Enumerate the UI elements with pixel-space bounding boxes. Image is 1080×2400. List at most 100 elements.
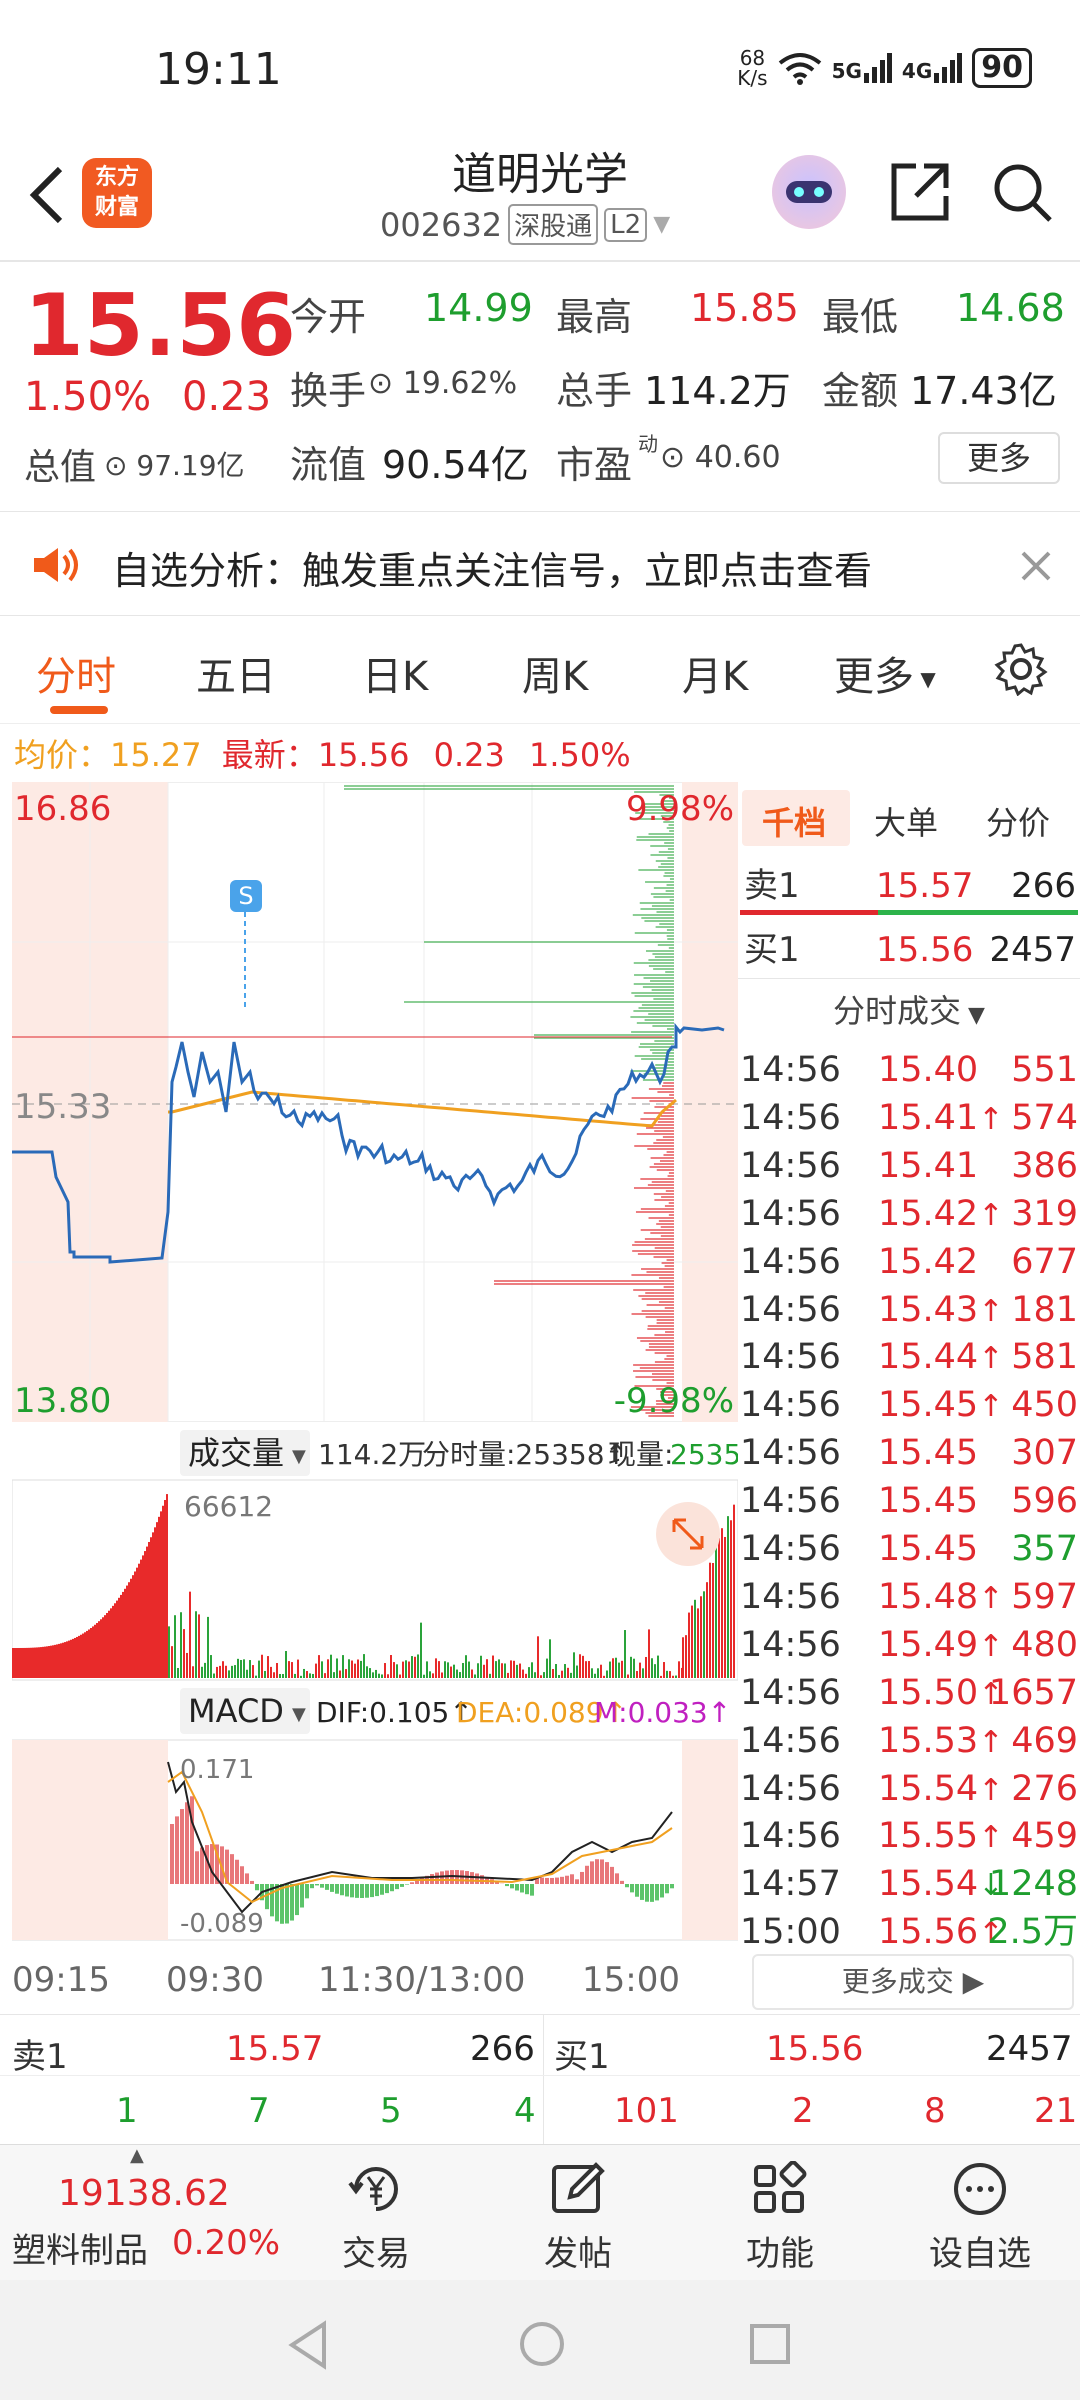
nav-back-icon[interactable] (286, 2320, 330, 2370)
intraday-chart[interactable]: S 16.86 15.33 13.80 9.98% -9.98% 成交量 ▼ 1… (12, 782, 738, 1962)
trade-time: 14:56 (740, 1241, 841, 1282)
volume-bar (228, 1670, 230, 1678)
volume-bar (62, 1642, 64, 1678)
volume-bar (26, 1647, 28, 1678)
volume-bar (567, 1667, 569, 1678)
volume-bar (666, 1670, 668, 1678)
volume-bar (573, 1652, 575, 1678)
close-icon[interactable] (1020, 550, 1052, 582)
tab-more[interactable]: 更多 ▼ (834, 644, 936, 702)
volume-bar (438, 1661, 440, 1678)
volume-bar (471, 1669, 473, 1678)
share-icon[interactable] (888, 160, 952, 224)
volume-bar (291, 1662, 293, 1678)
book-sell-count-1: 1 (116, 2091, 138, 2131)
volume-bar (156, 1522, 158, 1678)
nav-recents-icon[interactable] (748, 2322, 792, 2366)
search-icon[interactable] (990, 160, 1054, 224)
function-button[interactable]: 功能 (700, 2145, 860, 2275)
tab-big-order[interactable]: 大单 (874, 798, 938, 844)
book-buy-price: 15.56 (766, 2029, 864, 2069)
more-button[interactable]: 更多 (938, 432, 1060, 484)
volume-bar (678, 1661, 680, 1678)
volume-bar (146, 1546, 148, 1678)
pe-label: 市盈 (556, 443, 633, 487)
y-max-label: 16.86 (14, 789, 111, 829)
trade-volume: 181 (1011, 1289, 1078, 1330)
volume-bar (606, 1670, 608, 1678)
book-sell-count-2: 7 (248, 2091, 270, 2131)
tab-monthly-k[interactable]: 月K (682, 644, 748, 702)
volume-bar (354, 1663, 356, 1678)
volume-bar (246, 1669, 248, 1678)
volume-bar (104, 1615, 106, 1678)
tab-daily-k[interactable]: 日K (362, 644, 428, 702)
trade-button[interactable]: 交易 (296, 2145, 456, 2275)
volume-bar (78, 1635, 80, 1678)
macd-bar (345, 1884, 349, 1897)
macd-bottom-label: -0.089 (180, 1909, 264, 1939)
alert-banner[interactable]: 自选分析：触发重点关注信号，立即点击查看 (0, 512, 1080, 616)
tab-weekly-k[interactable]: 周K (522, 644, 588, 702)
volume-bar (369, 1668, 371, 1678)
signal-marker-text: S (238, 882, 253, 910)
sell1-label: 卖1 (744, 866, 800, 906)
change-percent: 1.50% (24, 374, 152, 420)
more-dots-icon (954, 2163, 1006, 2215)
tab-level-book[interactable]: 千档 (762, 798, 826, 844)
volume-bar (231, 1665, 233, 1678)
volume-bar (429, 1671, 431, 1678)
macd-bar (570, 1874, 574, 1884)
settings-gear-icon[interactable] (994, 642, 1048, 696)
volume-bar (531, 1662, 533, 1678)
float-cap-label: 流值 (290, 443, 367, 487)
volume-bar (360, 1660, 362, 1678)
macd-bar (290, 1884, 294, 1921)
volume-bar (417, 1654, 419, 1678)
tab-intraday[interactable]: 分时 (36, 644, 116, 702)
volume-bar (128, 1582, 130, 1678)
volume-bar (267, 1656, 269, 1678)
volume-bar (669, 1671, 671, 1678)
trade-price: 15.42 (878, 1241, 979, 1282)
macd-bar (605, 1862, 609, 1884)
post-button[interactable]: 发帖 (498, 2145, 658, 2275)
net-speed: 68 K/s (737, 46, 768, 90)
volume-bar (441, 1672, 443, 1678)
tab-price-dist[interactable]: 分价 (986, 798, 1050, 844)
volume-bar (54, 1644, 56, 1678)
more-trades-button[interactable]: 更多成交 ▶ (752, 1954, 1074, 2010)
volume-bar (279, 1673, 281, 1678)
buy1-row: 买1 15.56 2457 (738, 926, 1080, 974)
tab-five-day[interactable]: 五日 (196, 644, 276, 702)
tab-underline (50, 706, 108, 714)
volume-bar (150, 1537, 152, 1678)
volume-bar (201, 1666, 203, 1678)
assistant-avatar-icon[interactable] (772, 155, 846, 229)
volume-bar (375, 1669, 377, 1678)
volume-bar (570, 1672, 572, 1678)
volume-bar (558, 1674, 560, 1678)
add-watchlist-button[interactable]: 设自选 (900, 2145, 1060, 2275)
trades-title[interactable]: 分时成交 ▼ (738, 986, 1080, 1032)
volume-bar (58, 1643, 60, 1678)
trade-volume: 276 (1011, 1768, 1078, 1809)
volume-bar (510, 1660, 512, 1678)
trade-volume: 386 (1011, 1145, 1078, 1186)
volume-bar (285, 1651, 287, 1678)
nav-home-icon[interactable] (518, 2320, 566, 2368)
battery-indicator: 90 (972, 48, 1032, 88)
post-label: 发帖 (544, 2234, 612, 2274)
volume-bar (288, 1661, 290, 1678)
industry-index[interactable]: ▲ 19138.62 塑料制品 0.20% (0, 2145, 290, 2281)
volume-bar (528, 1667, 530, 1678)
volume-bar (660, 1675, 662, 1678)
volume-bar (546, 1658, 548, 1678)
stock-code-row[interactable]: 002632 深股通 L2 ▼ (380, 204, 670, 245)
volume-bar (84, 1632, 86, 1678)
volume-bar (663, 1662, 665, 1678)
volume-bar (264, 1670, 266, 1678)
volume-bar (579, 1654, 581, 1678)
sell1-volume: 266 (1011, 866, 1076, 906)
volume-bar (243, 1659, 245, 1678)
